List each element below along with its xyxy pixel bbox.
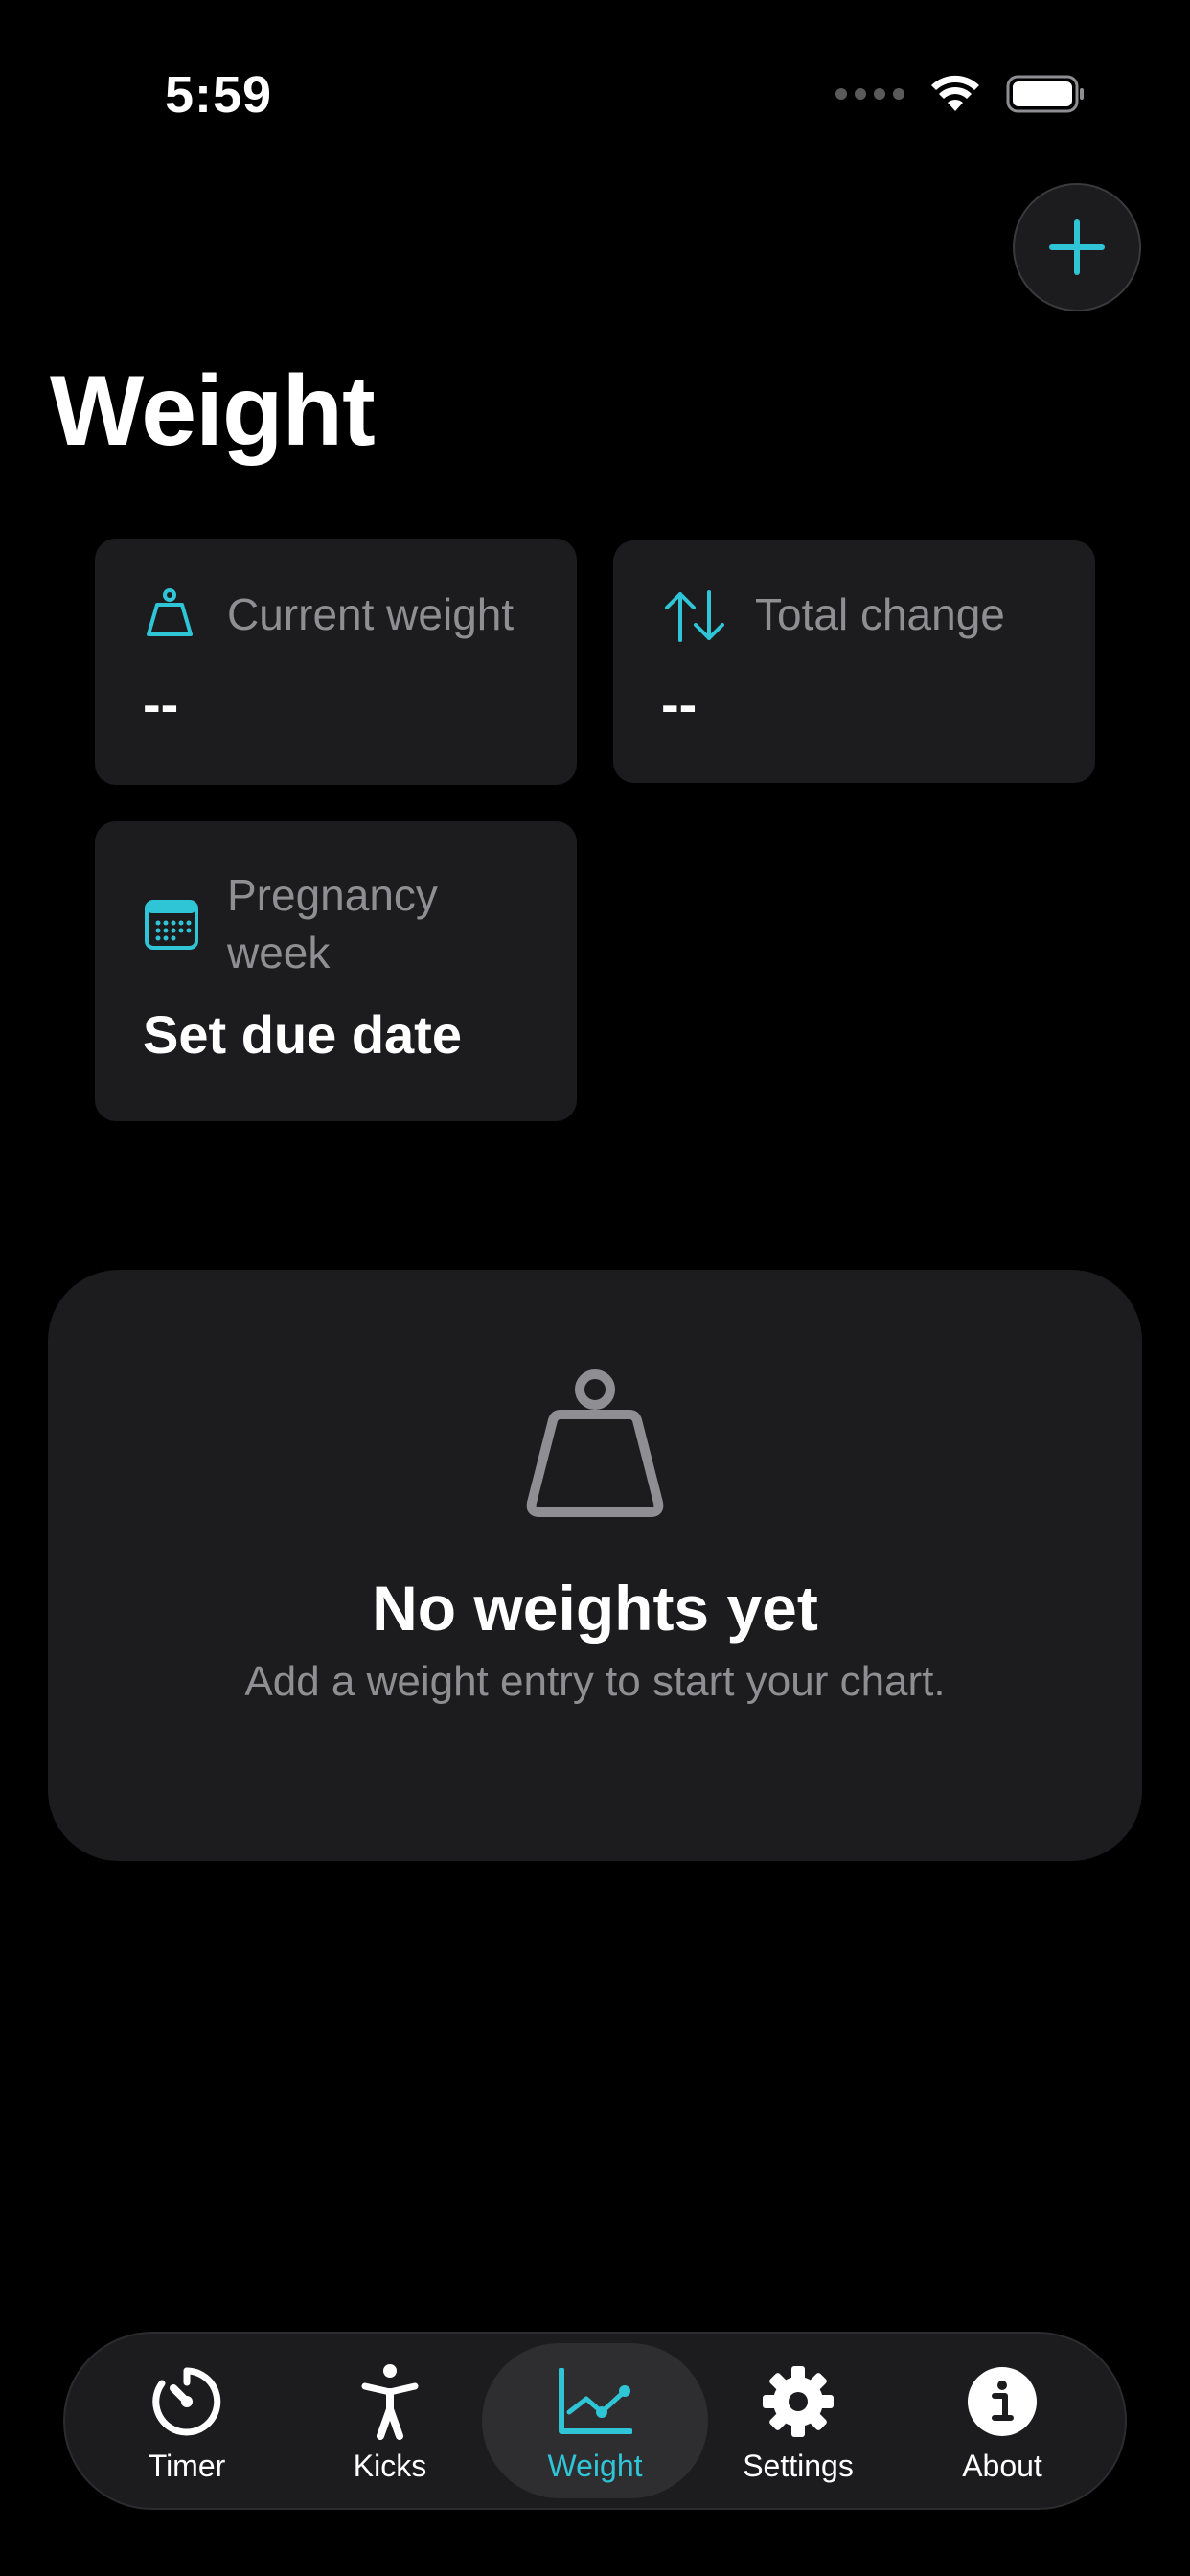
wifi-icon — [931, 75, 979, 111]
tab-settings-label: Settings — [743, 2449, 854, 2483]
tab-about[interactable]: About — [889, 2343, 1115, 2498]
tab-about-label: About — [962, 2449, 1042, 2483]
empty-chart-card — [48, 1270, 1142, 1861]
empty-state-subtitle: Add a weight entry to start your chart. — [244, 1658, 946, 1705]
tab-timer-label: Timer — [148, 2449, 226, 2483]
total-change-value: -- — [661, 674, 698, 734]
tab-kicks[interactable]: Kicks — [277, 2343, 503, 2498]
pregnancy-week-label-line2: week — [227, 928, 331, 978]
page-title: Weight — [50, 356, 376, 467]
tab-timer[interactable]: Timer — [74, 2343, 300, 2498]
tab-settings[interactable]: Settings — [685, 2343, 911, 2498]
pregnancy-week-card[interactable]: Pregnancy week Set due date — [95, 821, 577, 1121]
current-weight-label: Current weight — [227, 589, 515, 639]
screen: 5:59 Weight Current weight -- Total chan… — [0, 0, 1190, 2576]
current-weight-value: -- — [143, 674, 179, 734]
info-icon — [968, 2367, 1037, 2436]
tab-weight[interactable]: Weight — [482, 2343, 708, 2498]
total-change-card: Total change -- — [613, 540, 1095, 783]
battery-icon — [1006, 75, 1084, 113]
arrows-up-down-icon — [665, 590, 724, 642]
pregnancy-week-label-line1: Pregnancy — [227, 870, 438, 920]
set-due-date-link[interactable]: Set due date — [143, 1003, 462, 1066]
chart-line-icon — [559, 2368, 632, 2434]
scale-weight-icon — [147, 588, 193, 636]
timer-icon — [152, 2367, 221, 2436]
tab-weight-label: Weight — [547, 2449, 643, 2483]
figure-icon — [361, 2364, 419, 2440]
scale-weight-icon — [526, 1369, 664, 1517]
add-weight-button[interactable] — [1013, 183, 1141, 311]
status-icons — [835, 75, 1085, 113]
cellular-signal-icon — [835, 88, 904, 100]
status-time: 5:59 — [165, 66, 273, 124]
gear-icon — [763, 2366, 834, 2437]
current-weight-card: Current weight -- — [95, 539, 577, 785]
empty-state-title: No weights yet — [372, 1573, 818, 1644]
tab-kicks-label: Kicks — [353, 2449, 427, 2483]
total-change-label: Total change — [755, 589, 1005, 639]
calendar-icon — [145, 900, 198, 950]
plus-icon — [1049, 219, 1105, 275]
